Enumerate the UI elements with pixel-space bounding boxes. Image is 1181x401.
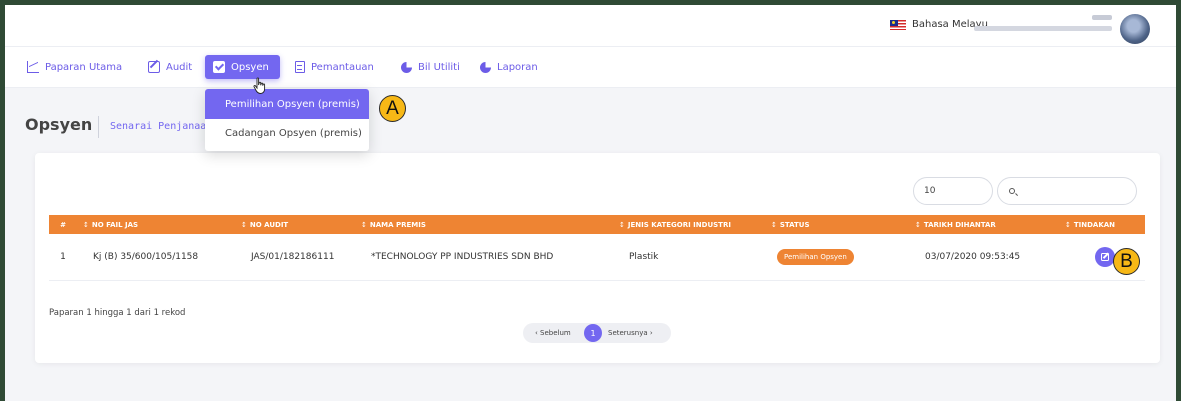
pie-chart-icon <box>401 61 412 73</box>
edit-icon <box>148 61 160 73</box>
next-page-button[interactable]: Seterusnya › <box>608 329 653 337</box>
main-nav: Paparan Utama Audit Opsyen Pemantauan Bi… <box>5 47 1176 88</box>
menu-item-cadangan-opsyen[interactable]: Cadangan Opsyen (premis) <box>205 119 369 148</box>
check-square-icon <box>213 61 225 73</box>
search-box[interactable] <box>997 177 1137 205</box>
table-row: 1 Kj (B) 35/600/105/1158 JAS/01/18218611… <box>49 234 1145 280</box>
page-1-button[interactable]: 1 <box>584 324 602 342</box>
col-header-no-fail-jas[interactable]: ↕ NO FAIL JAS <box>77 215 235 234</box>
cell-status: Pemilihan Opsyen <box>765 234 909 280</box>
nav-label: Pemantauan <box>311 61 374 73</box>
callout-a: A <box>379 95 406 122</box>
col-header-no[interactable]: # <box>49 215 77 234</box>
nav-label: Paparan Utama <box>45 61 123 73</box>
opsyen-dropdown: Pemilihan Opsyen (premis) Cadangan Opsye… <box>205 89 369 151</box>
status-badge: Pemilihan Opsyen <box>777 248 854 265</box>
edit-icon <box>1101 252 1109 261</box>
cell-nama-premis: *TECHNOLOGY PP INDUSTRIES SDN BHD <box>371 251 554 262</box>
avatar[interactable] <box>1120 14 1150 44</box>
nav-label: Bil Utiliti <box>418 61 460 73</box>
table-header-row: # ↕ NO FAIL JAS ↕ NO AUDIT ↕ NAMA PREMIS ↕ J… <box>49 215 1145 234</box>
search-input[interactable] <box>1020 184 1130 200</box>
cell-no: 1 <box>60 251 66 262</box>
col-header-status[interactable]: ↕ STATUS <box>765 215 909 234</box>
user-company-redacted <box>974 26 1112 31</box>
col-header-tindakan[interactable]: ↕ TINDAKAN <box>1059 215 1145 234</box>
cell-no-audit: JAS/01/182186111 <box>251 251 335 262</box>
col-header-jenis-kategori[interactable]: ↕ JENIS KATEGORI INDUSTRI <box>613 215 765 234</box>
user-name-redacted <box>1092 15 1112 20</box>
pie-chart-icon <box>480 61 491 73</box>
list-card: # ↕NO FAIL JAS ↕NO AUDIT ↕NAMA PREMIS ↕J… <box>35 153 1160 363</box>
nav-opsyen[interactable]: Opsyen <box>205 55 280 79</box>
nav-label: Laporan <box>497 61 538 73</box>
menu-item-pemilihan-opsyen[interactable]: Pemilihan Opsyen (premis) <box>205 89 369 119</box>
col-header-no-audit[interactable]: ↕ NO AUDIT <box>235 215 355 234</box>
col-header-nama-premis[interactable]: ↕ NAMA PREMIS <box>355 215 613 234</box>
app-frame: Bahasa Melayu Paparan Utama Audit Opsyen… <box>0 0 1181 401</box>
search-icon <box>1009 188 1015 194</box>
nav-label: Audit <box>166 61 193 73</box>
cell-no-fail-jas: Kj (B) 35/600/105/1158 <box>93 251 199 262</box>
nav-laporan[interactable]: Laporan <box>472 55 546 79</box>
page-title: Opsyen <box>25 115 93 134</box>
hand-cursor-icon <box>253 77 266 94</box>
nav-paparan-utama[interactable]: Paparan Utama <box>19 55 130 79</box>
malaysia-flag-icon <box>890 19 906 30</box>
nav-label: Opsyen <box>231 61 269 73</box>
top-bar: Bahasa Melayu <box>5 5 1176 47</box>
chart-line-icon <box>27 61 39 73</box>
nav-pemantauan[interactable]: Pemantauan <box>287 55 382 79</box>
cell-kategori: Plastik <box>629 251 659 262</box>
edit-button[interactable] <box>1095 246 1115 267</box>
record-info: Paparan 1 hingga 1 dari 1 rekod <box>49 308 186 318</box>
per-page-select[interactable] <box>913 177 993 205</box>
document-icon <box>295 61 305 73</box>
data-table: # ↕ NO FAIL JAS ↕ NO AUDIT ↕ NAMA PREMIS ↕ J… <box>49 215 1145 281</box>
pagination: ‹ Sebelum 1 Seterusnya › <box>523 323 671 343</box>
breadcrumb[interactable]: Senarai Penjanaan <box>110 121 212 132</box>
nav-bil-utiliti[interactable]: Bil Utiliti <box>393 55 468 79</box>
col-header-tarikh[interactable]: ↕ TARIKH DIHANTAR <box>909 215 1059 234</box>
cell-tarikh: 03/07/2020 09:53:45 <box>925 251 1021 262</box>
nav-audit[interactable]: Audit <box>140 55 200 79</box>
prev-page-button[interactable]: ‹ Sebelum <box>535 329 571 337</box>
title-divider <box>98 116 99 138</box>
callout-b: B <box>1113 248 1140 275</box>
